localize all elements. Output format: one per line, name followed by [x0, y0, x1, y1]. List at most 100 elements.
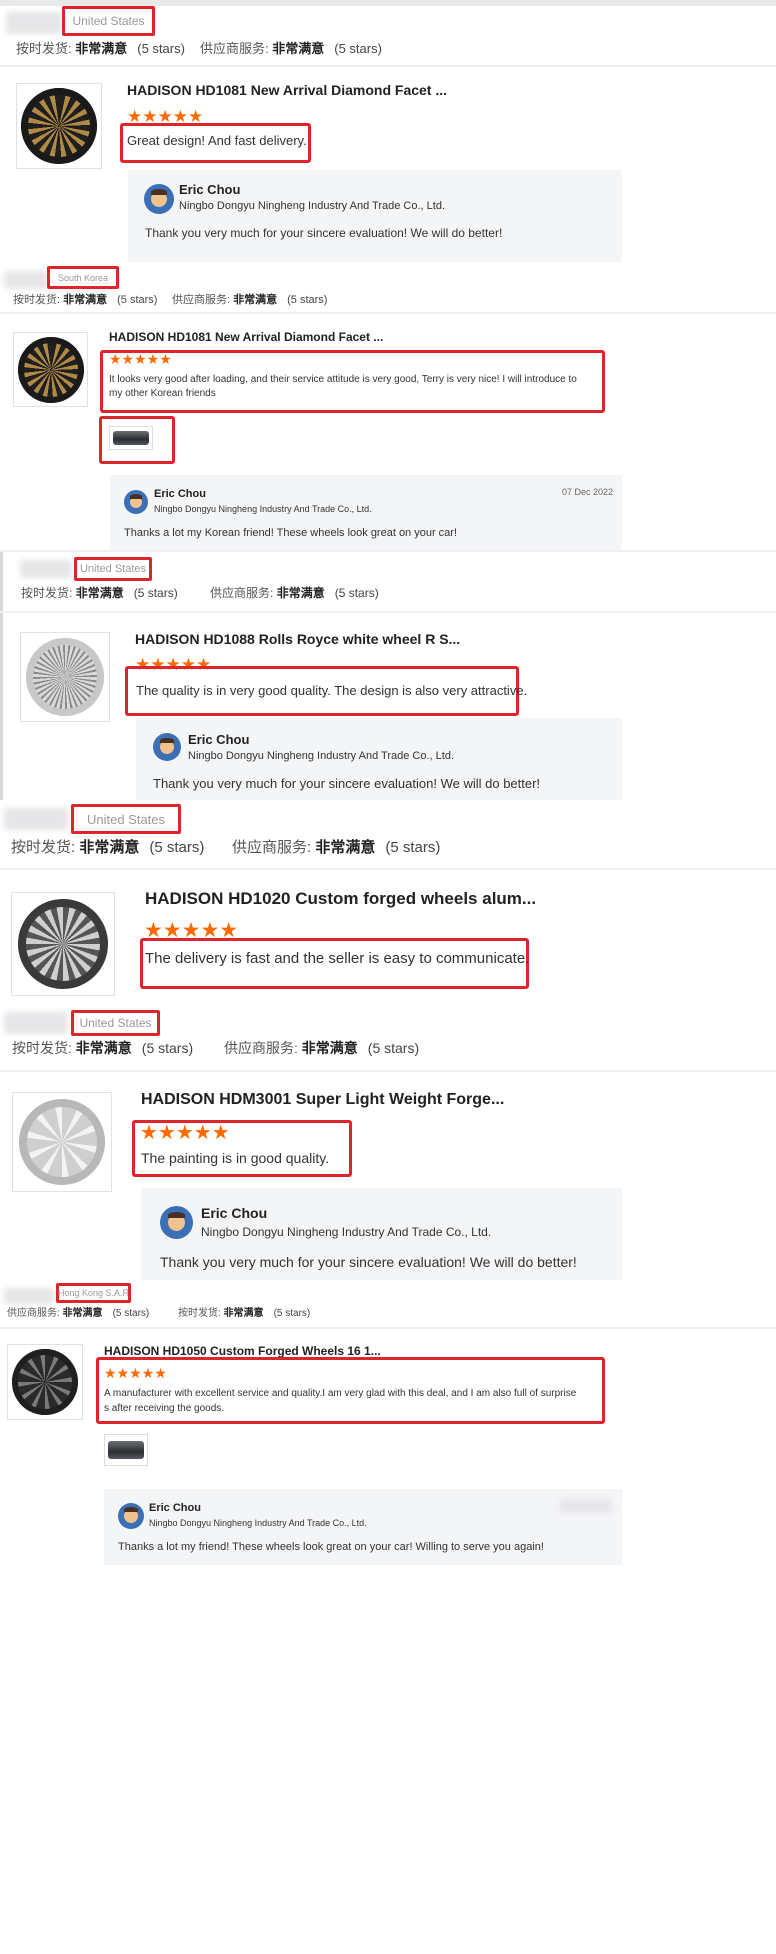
supplier-line: 供应商服务: 非常满意 (5 stars) [224, 1038, 419, 1058]
supplier-label: 供应商服务: [210, 586, 274, 600]
divider [0, 1327, 776, 1329]
supplier-line: 供应商服务: 非常满意 (5 stars) [210, 584, 379, 601]
on-time-label: 按时发货: [178, 1308, 221, 1319]
supplier-line: 供应商服务: 非常满意 (5 stars) [200, 38, 382, 57]
star-rating: ★★★★★ [140, 1122, 230, 1144]
review-text: The quality is in very good quality. The… [136, 683, 528, 698]
product-thumbnail[interactable] [11, 892, 115, 996]
seller-reply: Eric Chou Ningbo Dongyu Ningheng Industr… [104, 1489, 622, 1565]
review-card: United States 按时发货: 非常满意 (5 stars) 供应商服务:… [0, 800, 776, 1000]
product-thumbnail[interactable] [20, 632, 110, 722]
product-title[interactable]: HADISON HDM3001 Super Light Weight Forge… [141, 1091, 504, 1109]
product-title[interactable]: HADISON HD1050 Custom Forged Wheels 16 1… [104, 1344, 381, 1358]
avatar-icon [124, 490, 148, 514]
seller-reply: Eric Chou Ningbo Dongyu Ningheng Industr… [136, 718, 622, 800]
on-time-rating: 非常满意 [63, 294, 108, 306]
review-photo[interactable] [109, 426, 153, 450]
divider [0, 550, 776, 552]
review-card: Hong Kong S.A.R 供应商服务: 非常满意 (5 stars) 按时发… [0, 1282, 776, 1954]
on-time-rating: 非常满意 [75, 41, 128, 56]
avatar-icon [118, 1503, 144, 1529]
product-title[interactable]: HADISON HD1020 Custom forged wheels alum… [145, 889, 536, 909]
country-badge: United States [71, 804, 181, 834]
left-border [0, 550, 3, 800]
avatar-icon [160, 1206, 193, 1239]
wheel-image [19, 1099, 105, 1185]
replier-company: Ningbo Dongyu Ningheng Industry And Trad… [201, 1225, 492, 1239]
on-time-stars: (5 stars) [141, 1040, 194, 1056]
on-time-rating: 非常满意 [75, 1040, 132, 1056]
replier-company: Ningbo Dongyu Ningheng Industry And Trad… [149, 1518, 367, 1528]
review-card: United States 按时发货: 非常满意 (5 stars) 供应商服务:… [0, 550, 776, 800]
replier-company: Ningbo Dongyu Ningheng Industry And Trad… [179, 200, 446, 212]
seller-reply: Eric Chou Ningbo Dongyu Ningheng Industr… [110, 475, 622, 550]
replier-company: Ningbo Dongyu Ningheng Industry And Trad… [154, 504, 372, 514]
blurred-username [6, 12, 62, 34]
supplier-rating: 非常满意 [315, 839, 376, 856]
replier-name: Eric Chou [201, 1205, 268, 1221]
product-thumbnail[interactable] [13, 332, 88, 407]
rating-line: 按时发货: 非常满意 (5 stars) [16, 38, 185, 57]
product-title[interactable]: HADISON HD1088 Rolls Royce white wheel R… [135, 631, 460, 647]
supplier-line: 供应商服务: 非常满意 (5 stars) [7, 1304, 149, 1319]
divider [0, 611, 776, 613]
on-time-label: 按时发货: [12, 1040, 72, 1056]
product-title[interactable]: HADISON HD1081 New Arrival Diamond Facet… [109, 330, 383, 344]
review-text-line-2: s after receiving the goods. [104, 1403, 225, 1414]
blurred-username [20, 560, 72, 578]
review-text: The delivery is fast and the seller is e… [145, 950, 530, 967]
supplier-rating: 非常满意 [62, 1308, 103, 1319]
review-photo[interactable] [104, 1434, 148, 1466]
reply-text: Thanks a lot my friend! These wheels loo… [118, 1541, 544, 1553]
wheel-image [18, 337, 84, 403]
avatar-icon [144, 184, 174, 214]
rating-line: 按时发货: 非常满意 (5 stars) [178, 1304, 310, 1319]
product-title[interactable]: HADISON HD1081 New Arrival Diamond Facet… [127, 82, 447, 98]
review-text-line-2: my other Korean friends [109, 388, 216, 399]
supplier-label: 供应商服务: [7, 1308, 60, 1319]
supplier-stars: (5 stars) [112, 1308, 150, 1319]
on-time-stars: (5 stars) [133, 586, 178, 600]
wheel-image [26, 638, 104, 716]
product-thumbnail[interactable] [7, 1344, 83, 1420]
supplier-label: 供应商服务: [200, 41, 269, 56]
on-time-rating: 非常满意 [75, 586, 124, 600]
rating-line: 按时发货: 非常满意 (5 stars) [12, 1038, 193, 1058]
supplier-stars: (5 stars) [385, 839, 441, 856]
supplier-stars: (5 stars) [334, 41, 382, 56]
supplier-stars: (5 stars) [367, 1040, 420, 1056]
avatar-icon [153, 733, 181, 761]
wheel-image [12, 1349, 78, 1415]
country-badge: Hong Kong S.A.R [56, 1283, 131, 1303]
reply-text: Thank you very much for your sincere eva… [153, 776, 541, 791]
rating-line: 按时发货: 非常满意 (5 stars) [13, 291, 157, 307]
reply-text: Thank you very much for your sincere eva… [145, 226, 503, 240]
product-thumbnail[interactable] [16, 83, 102, 169]
on-time-stars: (5 stars) [273, 1308, 311, 1319]
replier-company: Ningbo Dongyu Ningheng Industry And Trad… [188, 750, 455, 762]
on-time-label: 按时发货: [16, 41, 72, 56]
replier-name: Eric Chou [179, 182, 241, 197]
divider [0, 868, 776, 870]
reply-text: Thanks a lot my Korean friend! These whe… [124, 527, 458, 539]
blurred-username [4, 1288, 54, 1304]
supplier-line: 供应商服务: 非常满意 (5 stars) [172, 291, 327, 307]
supplier-rating: 非常满意 [272, 41, 325, 56]
replier-name: Eric Chou [154, 488, 206, 500]
rating-line: 按时发货: 非常满意 (5 stars) [21, 584, 178, 601]
divider [0, 65, 776, 67]
supplier-label: 供应商服务: [232, 839, 312, 856]
review-text-line-1: A manufacturer with excellent service an… [104, 1388, 577, 1399]
on-time-label: 按时发货: [11, 839, 76, 856]
product-thumbnail[interactable] [12, 1092, 112, 1192]
country-badge: South Korea [47, 266, 119, 289]
review-card: South Korea 按时发货: 非常满意 (5 stars) 供应商服务: 非… [0, 264, 776, 550]
supplier-label: 供应商服务: [172, 294, 231, 306]
wheel-image [21, 88, 97, 164]
on-time-stars: (5 stars) [137, 41, 185, 56]
divider [0, 1070, 776, 1072]
divider [0, 312, 776, 314]
on-time-rating: 非常满意 [223, 1308, 264, 1319]
review-card: United States 按时发货: 非常满意 (5 stars) 供应商服务:… [0, 1000, 776, 1282]
on-time-rating: 非常满意 [79, 839, 140, 856]
